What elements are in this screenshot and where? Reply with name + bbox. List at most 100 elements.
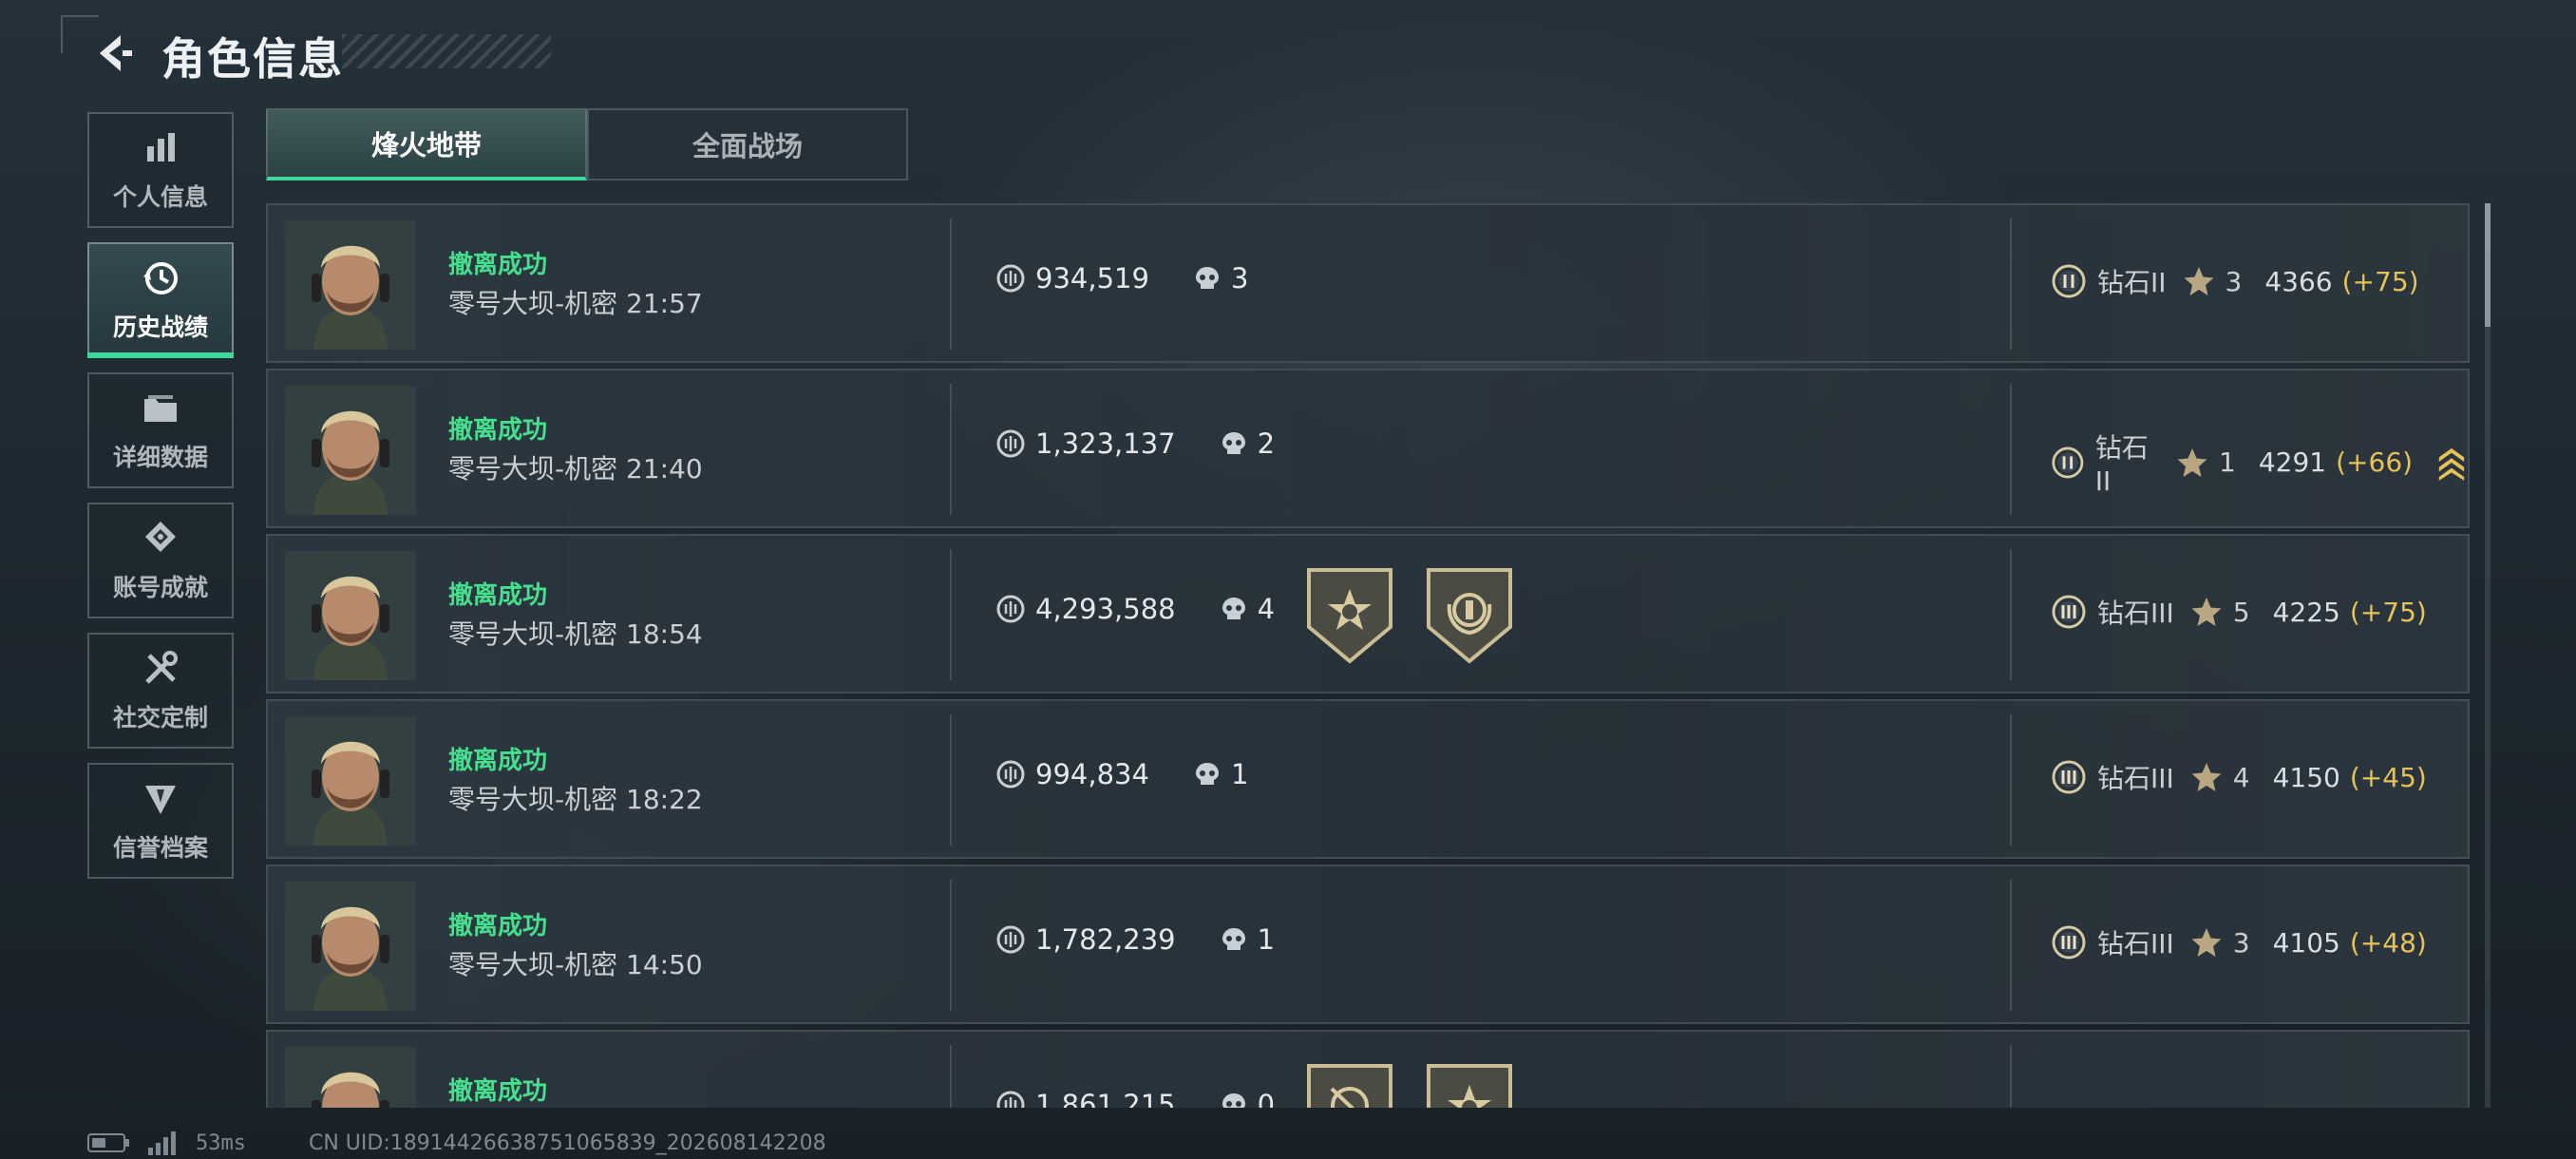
match-row[interactable]: 撤离成功 零号大坝-机密 18:54 4,293,588 4 钻石III 5 4… — [266, 534, 2470, 694]
score-delta: (+66) — [2336, 446, 2414, 478]
rank-score: 4150 — [2272, 761, 2340, 793]
tools-icon — [145, 651, 178, 684]
medal-group — [1303, 566, 1516, 669]
match-row[interactable]: 撤离成功 1,861,215 0 — [266, 1030, 2470, 1108]
skull-icon — [1222, 1093, 1245, 1108]
medal-badge[interactable] — [1303, 566, 1396, 669]
match-map-time: 零号大坝-机密 18:22 — [448, 784, 703, 815]
kill-count: 1 — [1230, 758, 1249, 790]
match-value-group: 1,323,137 2 — [995, 428, 1275, 460]
coin-icon — [996, 595, 1025, 623]
row-divider — [950, 880, 952, 1011]
skull-icon — [1195, 267, 1219, 289]
match-value: 1,782,239 — [1035, 923, 1176, 956]
match-value-group: 934,519 3 — [995, 262, 1248, 294]
medal-badge[interactable] — [1303, 1062, 1396, 1108]
page-title: 角色信息 — [161, 33, 344, 85]
sidebar: 个人信息 历史战绩 详细数据 账号成就 社交定制 信誉档案 — [87, 112, 234, 893]
sidebar-item-label: 社交定制 — [112, 704, 208, 732]
scrollbar-thumb[interactable] — [2485, 203, 2491, 327]
coin-icon — [996, 264, 1025, 293]
sun-medal-icon — [1307, 568, 1392, 664]
match-map-time: 零号大坝-机密 21:40 — [448, 453, 703, 484]
coin-icon — [996, 429, 1025, 458]
skull-icon — [1195, 763, 1219, 785]
list-scrollbar[interactable] — [2485, 203, 2491, 1108]
operator-avatar — [285, 716, 416, 846]
row-divider — [950, 384, 952, 515]
coin-icon — [996, 1091, 1025, 1108]
kill-count: 2 — [1257, 428, 1276, 460]
header: 角色信息 — [0, 0, 2576, 104]
star-count: 3 — [2225, 265, 2243, 297]
match-map-time: 零号大坝-机密 14:50 — [448, 949, 703, 980]
sidebar-item-achievements[interactable]: 账号成就 — [87, 503, 234, 618]
skull-icon — [1222, 432, 1245, 454]
score-delta: (+75) — [2341, 265, 2419, 297]
coin-icon — [996, 760, 1025, 788]
star-group: 1 — [2175, 446, 2236, 480]
medal-badge[interactable] — [1423, 566, 1516, 669]
medal-group — [1303, 1062, 1516, 1108]
kills-group: 2 — [1220, 428, 1275, 460]
sidebar-item-label: 账号成就 — [112, 574, 208, 601]
kill-count: 3 — [1230, 262, 1249, 294]
row-divider — [950, 1045, 952, 1108]
score-delta: (+75) — [2349, 596, 2427, 628]
sidebar-item-credit[interactable]: 信誉档案 — [87, 763, 234, 879]
sidebar-item-history[interactable]: 历史战绩 — [87, 242, 234, 358]
target-medal-icon — [1307, 1064, 1392, 1108]
star-count: 1 — [2219, 446, 2236, 478]
rank-name: 钻石II — [2094, 432, 2149, 497]
rank-group: 钻石II 1 4291 (+66) — [2050, 428, 2468, 497]
row-divider — [2010, 880, 2012, 1011]
star-icon — [2191, 928, 2222, 957]
match-value: 1,323,137 — [1035, 428, 1176, 460]
operator-avatar — [285, 882, 416, 1011]
rank-group: 钻石III 4 4150 (+45) — [2050, 758, 2427, 796]
rank-group: 钻石III 3 4105 (+48) — [2050, 923, 2427, 961]
user-uid: CN UID:18914426638751065839_202608142208 — [308, 1130, 826, 1155]
rank-diamond-icon — [2052, 595, 2086, 629]
sidebar-item-label: 详细数据 — [112, 444, 208, 471]
medal-badge[interactable] — [1423, 1062, 1516, 1108]
skull-icon — [1222, 928, 1245, 950]
title-decoration — [342, 34, 551, 68]
tab-warzone-extraction[interactable]: 烽火地带 — [266, 108, 587, 180]
back-arrow-icon — [100, 35, 132, 71]
rank-diamond-icon — [2052, 760, 2086, 794]
kills-group: 3 — [1193, 262, 1248, 294]
match-status: 撤离成功 — [448, 1077, 548, 1106]
match-status: 撤离成功 — [448, 747, 548, 775]
star-group: 3 — [2189, 925, 2250, 960]
kills-group: 4 — [1220, 593, 1275, 625]
match-value: 994,834 — [1035, 758, 1149, 790]
tab-full-battlefield[interactable]: 全面战场 — [587, 108, 908, 180]
operator-avatar — [285, 1047, 416, 1108]
mode-tabs: 烽火地带 全面战场 — [266, 108, 908, 180]
bar-chart-icon — [147, 133, 175, 162]
match-value: 4,293,588 — [1035, 593, 1176, 625]
sidebar-item-social[interactable]: 社交定制 — [87, 633, 234, 749]
row-divider — [2010, 1045, 2012, 1108]
sidebar-item-detailed-data[interactable]: 详细数据 — [87, 372, 234, 488]
rank-score: 4291 — [2258, 446, 2327, 478]
match-row[interactable]: 撤离成功 零号大坝-机密 14:50 1,782,239 1 钻石III 3 4… — [266, 864, 2470, 1024]
match-value-group: 4,293,588 4 — [995, 593, 1275, 625]
match-row[interactable]: 撤离成功 零号大坝-机密 18:22 994,834 1 钻石III 4 415… — [266, 699, 2470, 859]
sidebar-item-label: 历史战绩 — [112, 314, 208, 341]
match-row[interactable]: 撤离成功 零号大坝-机密 21:57 934,519 3 钻石II 3 4366… — [266, 203, 2470, 363]
operator-avatar — [285, 386, 416, 515]
match-status: 撤离成功 — [448, 581, 548, 610]
back-button[interactable] — [87, 27, 141, 80]
kills-group: 0 — [1220, 1089, 1275, 1108]
star-icon — [2177, 447, 2207, 477]
match-value: 934,519 — [1035, 262, 1149, 294]
row-divider — [2010, 384, 2012, 515]
sidebar-item-personal-info[interactable]: 个人信息 — [87, 112, 234, 228]
rank-diamond-icon — [2052, 925, 2086, 960]
rank-score: 4366 — [2264, 265, 2333, 297]
sidebar-item-label: 信誉档案 — [112, 834, 208, 862]
match-row[interactable]: 撤离成功 零号大坝-机密 21:40 1,323,137 2 钻石II 1 42… — [266, 369, 2470, 528]
match-history-list[interactable]: 撤离成功 零号大坝-机密 21:57 934,519 3 钻石II 3 4366… — [266, 203, 2470, 1108]
